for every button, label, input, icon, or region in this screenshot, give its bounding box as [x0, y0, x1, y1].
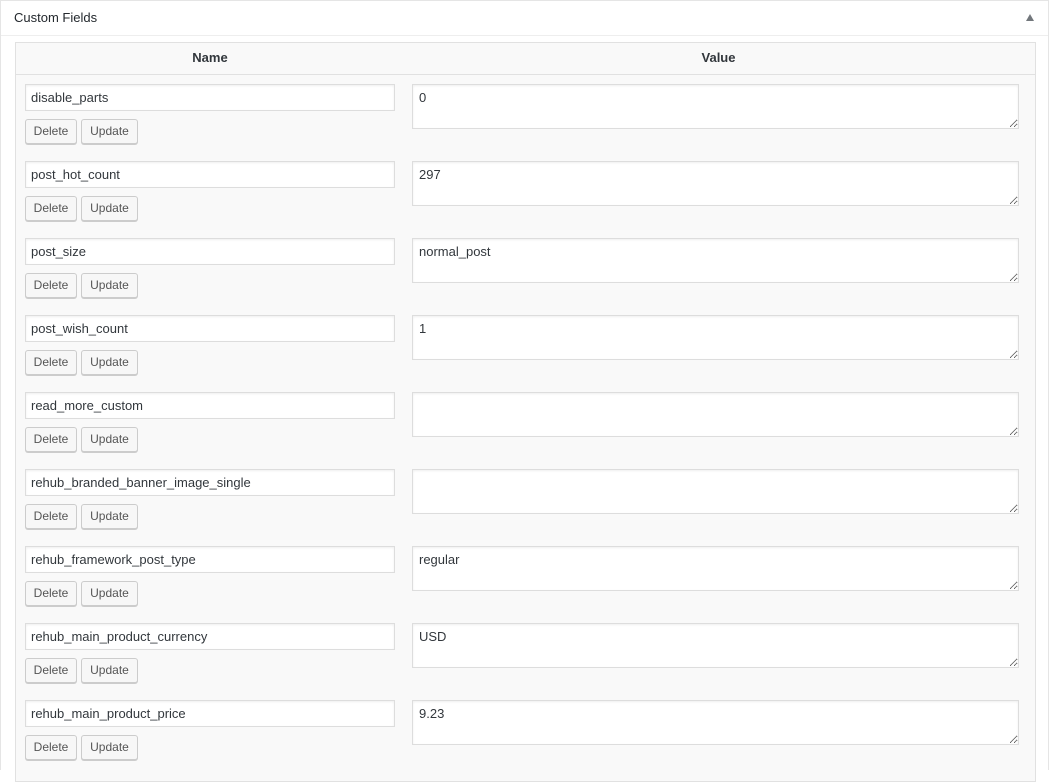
table-row: Delete Update 9.23	[16, 691, 1035, 768]
table-row: Delete Update 0	[16, 75, 1035, 152]
custom-fields-table: Name Value Delete Update 0 Delete Update…	[15, 42, 1036, 782]
delete-button[interactable]: Delete	[25, 350, 77, 375]
table-row: Delete Update USD	[16, 614, 1035, 691]
update-button[interactable]: Update	[81, 427, 138, 452]
field-value-textarea[interactable]: normal_post	[412, 238, 1019, 283]
update-button[interactable]: Update	[81, 350, 138, 375]
update-button[interactable]: Update	[81, 658, 138, 683]
delete-button[interactable]: Delete	[25, 119, 77, 144]
field-name-input[interactable]	[25, 238, 395, 265]
column-header-name: Name	[192, 50, 228, 65]
update-button[interactable]: Update	[81, 504, 138, 529]
delete-button[interactable]: Delete	[25, 427, 77, 452]
metabox-title: Custom Fields	[14, 10, 98, 25]
delete-button[interactable]: Delete	[25, 735, 77, 760]
custom-fields-metabox: Custom Fields Name Value Delete Update 0…	[0, 0, 1049, 782]
field-value-textarea[interactable]: 0	[412, 84, 1019, 129]
field-value-textarea[interactable]	[412, 469, 1019, 514]
field-name-input[interactable]	[25, 546, 395, 573]
field-value-textarea[interactable]: 9.23	[412, 700, 1019, 745]
table-row: Delete Update normal_post	[16, 229, 1035, 306]
table-row: Delete Update 1	[16, 306, 1035, 383]
field-name-input[interactable]	[25, 469, 395, 496]
table-row: Delete Update 297	[16, 152, 1035, 229]
field-name-input[interactable]	[25, 315, 395, 342]
update-button[interactable]: Update	[81, 581, 138, 606]
delete-button[interactable]: Delete	[25, 658, 77, 683]
field-value-textarea[interactable]	[412, 392, 1019, 437]
update-button[interactable]: Update	[81, 196, 138, 221]
collapse-arrow-icon[interactable]	[1026, 14, 1034, 21]
metabox-header[interactable]: Custom Fields	[1, 1, 1048, 36]
delete-button[interactable]: Delete	[25, 273, 77, 298]
field-name-input[interactable]	[25, 84, 395, 111]
field-value-textarea[interactable]: USD	[412, 623, 1019, 668]
delete-button[interactable]: Delete	[25, 581, 77, 606]
delete-button[interactable]: Delete	[25, 504, 77, 529]
field-value-textarea[interactable]: 1	[412, 315, 1019, 360]
delete-button[interactable]: Delete	[25, 196, 77, 221]
field-name-input[interactable]	[25, 161, 395, 188]
column-header-value: Value	[701, 50, 736, 65]
field-name-input[interactable]	[25, 623, 395, 650]
table-header: Name Value	[16, 43, 1035, 75]
table-row: Delete Update regular	[16, 537, 1035, 614]
table-row: Delete Update	[16, 383, 1035, 460]
field-name-input[interactable]	[25, 700, 395, 727]
update-button[interactable]: Update	[81, 273, 138, 298]
field-value-textarea[interactable]: regular	[412, 546, 1019, 591]
field-name-input[interactable]	[25, 392, 395, 419]
update-button[interactable]: Update	[81, 119, 138, 144]
table-row: Delete Update	[16, 460, 1035, 537]
update-button[interactable]: Update	[81, 735, 138, 760]
field-value-textarea[interactable]: 297	[412, 161, 1019, 206]
